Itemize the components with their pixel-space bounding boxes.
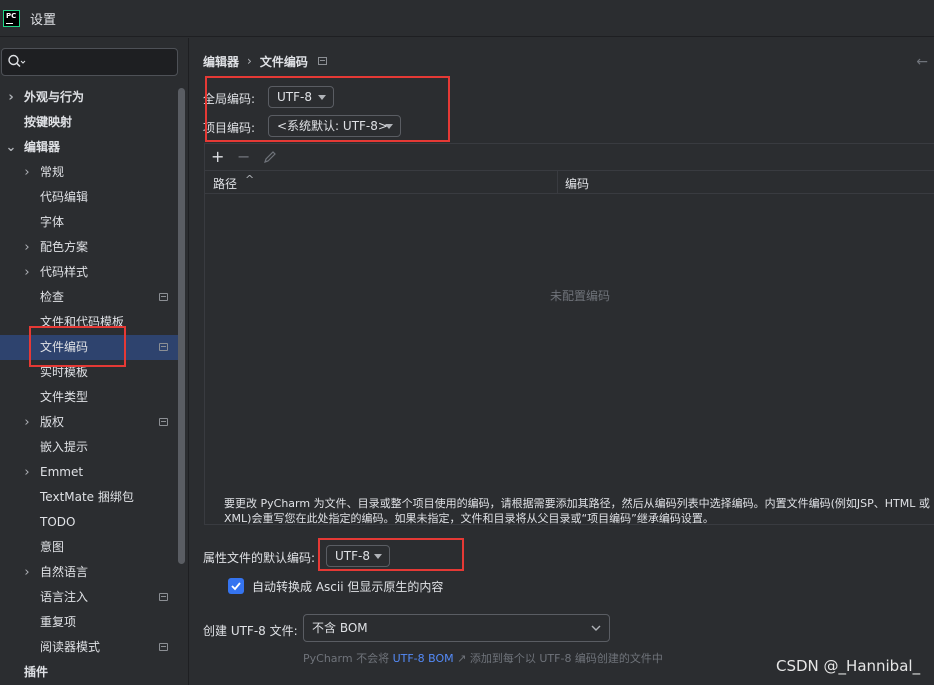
tree-item-duplicates[interactable]: 重复项 (0, 610, 184, 635)
chevron-right-icon: › (24, 240, 30, 255)
chevron-right-icon: › (24, 165, 30, 180)
tree-item-code-style[interactable]: › 代码样式 (0, 260, 184, 285)
global-encoding-label: 全局编码: (203, 92, 256, 106)
tree-item-editor[interactable]: ⌄ 编辑器 (0, 135, 184, 160)
breadcrumb-separator: › (247, 54, 252, 68)
project-scope-icon (159, 293, 168, 301)
breadcrumb: 编辑器 › 文件编码 (203, 52, 327, 70)
utf8-bom-link[interactable]: UTF-8 BOM (393, 652, 454, 665)
back-arrow-icon[interactable]: ← (916, 54, 928, 70)
tree-item-file-types[interactable]: 文件类型 (0, 385, 184, 410)
properties-encoding-label: 属性文件的默认编码: (203, 551, 316, 565)
tree-item-keymap[interactable]: 按键映射 (0, 110, 184, 135)
tree-item-live-templates[interactable]: 实时模板 (0, 360, 184, 385)
watermark: CSDN @_Hannibal_ (776, 657, 921, 675)
bom-footer-note: PyCharm 不会将 UTF-8 BOM ↗ 添加到每个以 UTF-8 编码创… (303, 652, 663, 665)
global-encoding-value: UTF-8 (277, 90, 312, 104)
settings-search-input[interactable] (28, 51, 173, 73)
dropdown-caret-icon (374, 554, 382, 559)
project-encoding-label: 项目编码: (203, 121, 256, 135)
bom-select[interactable]: 不含 BOM (303, 614, 610, 642)
remove-icon[interactable]: − (237, 147, 250, 166)
tree-item-reader-mode[interactable]: 阅读器模式 (0, 635, 184, 660)
pycharm-logo-icon: PC (3, 9, 20, 27)
title-bar: PC 设置 (0, 0, 934, 37)
add-icon[interactable]: + (211, 147, 224, 166)
native-to-ascii-label[interactable]: 自动转换成 Ascii 但显示原生的内容 (252, 578, 443, 595)
tree-item-intentions[interactable]: 意图 (0, 535, 184, 560)
sort-ascending-icon: ^ (245, 173, 255, 186)
bom-value: 不含 BOM (312, 621, 368, 635)
properties-encoding-value: UTF-8 (335, 549, 370, 563)
chevron-down-icon: ⌄ (5, 140, 17, 155)
tree-item-copyright[interactable]: › 版权 (0, 410, 184, 435)
chevron-right-icon: › (8, 90, 14, 105)
project-scope-icon (317, 57, 327, 65)
table-empty-text: 未配置编码 (550, 289, 611, 303)
project-encoding-select[interactable]: <系统默认: UTF-8> (268, 115, 401, 137)
properties-encoding-select[interactable]: UTF-8 (326, 545, 390, 567)
column-divider[interactable] (557, 171, 558, 193)
edit-pencil-icon[interactable] (263, 150, 277, 164)
project-scope-icon (159, 593, 168, 601)
chevron-right-icon: › (24, 465, 30, 480)
column-header-encoding[interactable]: 编码 (565, 175, 589, 192)
tree-item-file-encodings[interactable]: 文件编码 (0, 335, 184, 360)
native-to-ascii-checkbox[interactable] (228, 578, 244, 594)
bom-label: 创建 UTF-8 文件: (203, 624, 298, 638)
chevron-right-icon: › (24, 265, 30, 280)
encoding-hint-text: 要更改 PyCharm 为文件、目录或整个项目使用的编码，请根据需要添加其路径，… (224, 497, 930, 525)
project-scope-icon (159, 418, 168, 426)
settings-sidebar: › 外观与行为 按键映射 ⌄ 编辑器 › 常规 代码编辑 字体 › 配色方案 ›… (0, 38, 188, 685)
checkmark-icon (231, 582, 241, 591)
chevron-down-icon (591, 625, 601, 631)
breadcrumb-current: 文件编码 (259, 54, 308, 69)
tree-item-color-scheme[interactable]: › 配色方案 (0, 235, 184, 260)
settings-search-box[interactable] (1, 48, 178, 76)
settings-tree: › 外观与行为 按键映射 ⌄ 编辑器 › 常规 代码编辑 字体 › 配色方案 ›… (0, 85, 186, 685)
tree-item-inspections[interactable]: 检查 (0, 285, 184, 310)
tree-item-general[interactable]: › 常规 (0, 160, 184, 185)
project-encoding-value: <系统默认: UTF-8> (277, 119, 388, 133)
project-scope-icon (159, 343, 168, 351)
tree-item-natural-languages[interactable]: › 自然语言 (0, 560, 184, 585)
window-title: 设置 (30, 12, 57, 28)
encoding-mappings-table: + − 路径 ^ 编码 未配置编码 (204, 143, 934, 525)
tree-item-textmate-bundles[interactable]: TextMate 捆绑包 (0, 485, 184, 510)
tree-item-code-editing[interactable]: 代码编辑 (0, 185, 184, 210)
tree-item-todo[interactable]: TODO (0, 510, 184, 535)
table-toolbar: + − (205, 144, 934, 170)
tree-item-font[interactable]: 字体 (0, 210, 184, 235)
tree-item-emmet[interactable]: › Emmet (0, 460, 184, 485)
file-encodings-panel: 编辑器 › 文件编码 ← 全局编码: UTF-8 项目编码: <系统默认: UT… (188, 38, 934, 685)
dropdown-caret-icon (385, 124, 393, 129)
column-header-path[interactable]: 路径 (213, 175, 237, 192)
tree-item-language-injections[interactable]: 语言注入 (0, 585, 184, 610)
chevron-right-icon: › (24, 415, 30, 430)
table-header: 路径 ^ 编码 (205, 170, 934, 194)
project-scope-icon (159, 643, 168, 651)
tree-item-plugins[interactable]: 插件 (0, 660, 184, 685)
external-link-icon: ↗ (457, 652, 467, 665)
breadcrumb-parent[interactable]: 编辑器 (203, 53, 239, 70)
search-icon (8, 54, 26, 68)
global-encoding-select[interactable]: UTF-8 (268, 86, 334, 108)
tree-item-file-templates[interactable]: 文件和代码模板 (0, 310, 184, 335)
dropdown-caret-icon (318, 95, 326, 100)
tree-item-appearance[interactable]: › 外观与行为 (0, 85, 184, 110)
tree-item-inlay-hints[interactable]: 嵌入提示 (0, 435, 184, 460)
sidebar-scrollbar[interactable] (178, 88, 185, 564)
chevron-right-icon: › (24, 565, 30, 580)
